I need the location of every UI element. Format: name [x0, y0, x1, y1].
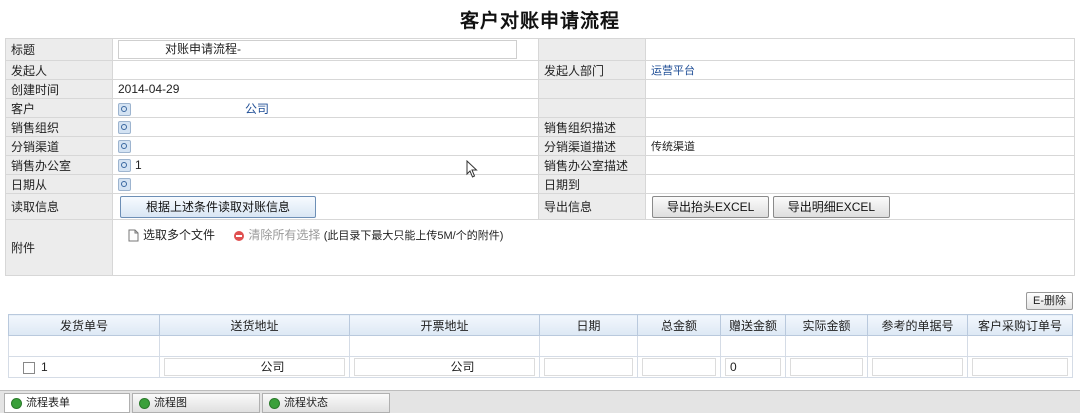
office-value: 1 — [135, 157, 142, 172]
date-to-label: 日期到 — [538, 174, 646, 194]
file-icon — [128, 229, 139, 242]
grid-header-invoice-addr[interactable]: 开票地址 — [349, 314, 540, 336]
table-row: 1 公司 公司 0 — [8, 356, 1073, 378]
title-input[interactable]: 对账申请流程- — [118, 40, 517, 59]
initiator-dept-value: 运营平台 — [651, 65, 695, 77]
office-label: 销售办公室 — [5, 155, 113, 175]
gift-cell[interactable]: 0 — [725, 358, 781, 376]
customer-search-icon[interactable] — [118, 102, 131, 116]
read-label: 读取信息 — [5, 193, 113, 220]
ref-doc-cell[interactable] — [872, 358, 963, 376]
remove-icon — [234, 230, 245, 241]
channel-label: 分销渠道 — [5, 136, 113, 156]
export-header-excel-button[interactable]: 导出抬头EXCEL — [652, 195, 770, 218]
clear-all-label: 清除所有选择 — [248, 228, 321, 242]
grid-header-date[interactable]: 日期 — [539, 314, 638, 336]
date-cell[interactable] — [544, 358, 633, 376]
detail-grid: 发货单号 送货地址 开票地址 日期 总金额 赠送金额 实际金额 参考的单据号 客… — [8, 314, 1073, 378]
created-label: 创建时间 — [5, 79, 113, 99]
date-from-label: 日期从 — [5, 174, 113, 194]
add-icon — [269, 397, 280, 409]
po-no-cell[interactable] — [972, 358, 1068, 376]
title-label: 标题 — [5, 38, 113, 61]
initiator-value — [112, 60, 539, 80]
initiator-dept-label: 发起人部门 — [538, 60, 646, 80]
sales-org-label: 销售组织 — [5, 117, 113, 137]
row-checkbox[interactable] — [23, 361, 35, 374]
add-icon — [11, 397, 22, 409]
grid-header-delivery-addr[interactable]: 送货地址 — [159, 314, 350, 336]
page-title: 客户对账申请流程 — [459, 11, 620, 32]
office-desc-label: 销售办公室描述 — [538, 155, 646, 175]
grid-header-total[interactable]: 总金额 — [637, 314, 721, 336]
invoice-addr-cell[interactable]: 公司 — [354, 358, 535, 376]
invoice-addr-value: 公司 — [450, 360, 475, 374]
actual-cell[interactable] — [790, 358, 863, 376]
read-reconciliation-button[interactable]: 根据上述条件读取对账信息 — [120, 195, 316, 218]
bottom-tab-bar: 流程表单 流程图 流程状态 — [0, 390, 1080, 413]
customer-label: 客户 — [5, 98, 113, 118]
page-frame: 客户对账申请流程 标题 对账申请流程- 发起人 发起人部门 运营平台 创建时间 … — [0, 0, 1080, 413]
total-cell[interactable] — [642, 358, 716, 376]
tab-process-status[interactable]: 流程状态 — [262, 393, 390, 413]
created-value: 2014-04-29 — [112, 79, 539, 99]
delivery-addr-cell[interactable]: 公司 — [164, 358, 345, 376]
tab-process-diagram[interactable]: 流程图 — [132, 393, 260, 413]
channel-search-icon[interactable] — [118, 140, 131, 154]
tab-process-diagram-label: 流程图 — [154, 397, 187, 409]
delivery-addr-value: 公司 — [260, 360, 285, 374]
row-index: 1 — [41, 360, 48, 374]
add-icon — [139, 397, 150, 409]
delete-button[interactable]: E-删除 — [1026, 292, 1073, 310]
clear-all-button[interactable]: 清除所有选择 — [234, 228, 320, 242]
request-form: 标题 对账申请流程- 发起人 发起人部门 运营平台 创建时间 2014-04-2… — [5, 38, 1075, 276]
attach-label: 附件 — [5, 219, 113, 276]
sales-org-desc-label: 销售组织描述 — [538, 117, 646, 137]
initiator-label: 发起人 — [5, 60, 113, 80]
grid-header-delivery-no[interactable]: 发货单号 — [8, 314, 160, 336]
grid-header-actual[interactable]: 实际金额 — [785, 314, 868, 336]
gift-value: 0 — [730, 360, 737, 374]
upload-hint: (此目录下最大只能上传5M/个的附件) — [323, 230, 504, 242]
grid-header-gift[interactable]: 赠送金额 — [720, 314, 786, 336]
grid-header-po-no[interactable]: 客户采购订单号 — [967, 314, 1073, 336]
select-files-button[interactable]: 选取多个文件 — [128, 228, 218, 242]
office-search-icon[interactable] — [118, 159, 131, 173]
channel-desc-value: 传统渠道 — [645, 136, 1075, 156]
export-label: 导出信息 — [538, 193, 646, 220]
tab-process-form[interactable]: 流程表单 — [4, 393, 130, 413]
table-row — [8, 335, 1073, 357]
tab-process-status-label: 流程状态 — [284, 397, 328, 409]
channel-desc-label: 分销渠道描述 — [538, 136, 646, 156]
grid-header-ref-doc[interactable]: 参考的单据号 — [867, 314, 968, 336]
title-value: 对账申请流程- — [165, 42, 241, 56]
mouse-cursor-icon — [466, 160, 478, 178]
tab-process-form-label: 流程表单 — [26, 397, 70, 409]
date-from-picker-icon[interactable] — [118, 178, 131, 192]
customer-value: 公司 — [245, 101, 270, 116]
sales-org-search-icon[interactable] — [118, 121, 131, 135]
export-detail-excel-button[interactable]: 导出明细EXCEL — [772, 195, 891, 218]
select-files-label: 选取多个文件 — [143, 228, 216, 242]
